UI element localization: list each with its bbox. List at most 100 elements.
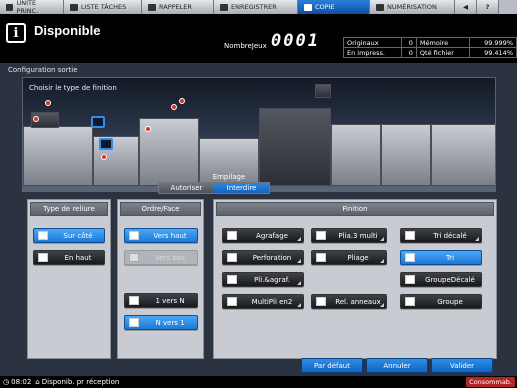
tray-indicator-icon (45, 100, 51, 106)
empilage-toggle: Autoriser Interdire (158, 182, 270, 194)
group-icon (405, 297, 415, 306)
submenu-icon (297, 303, 301, 307)
tray-indicator-icon (179, 98, 185, 104)
face-down-icon (129, 253, 139, 262)
empilage-autoriser[interactable]: Autoriser (159, 183, 214, 193)
time: 08:02 (11, 378, 32, 386)
speaker-icon: ◀ (463, 3, 468, 11)
punch-icon (227, 253, 237, 262)
tray-indicator-icon (171, 104, 177, 110)
reliure-title: Type de reliure (30, 202, 108, 216)
submenu-icon (297, 237, 301, 241)
en-impress-label: En impress. (342, 47, 403, 58)
sort-icon (405, 253, 415, 262)
fold-icon (316, 253, 326, 262)
finition-title: Finition (216, 202, 494, 216)
tab-copie[interactable]: COPIE (298, 0, 370, 14)
ordre-title: Ordre/Face (120, 202, 201, 216)
copy-counter: 0001 (271, 31, 320, 51)
fold-staple-icon (227, 275, 237, 284)
tri-fold-icon (316, 231, 326, 240)
perforation-button[interactable]: Perforation (222, 250, 304, 265)
staple-icon (227, 231, 237, 240)
clock-icon: ◷ (3, 378, 10, 386)
reliure-en-haut-button[interactable]: En haut (33, 250, 105, 265)
tray-select-1[interactable] (91, 116, 105, 128)
sheet-icon (315, 84, 331, 98)
submenu-icon (297, 259, 301, 263)
un-vers-n-button[interactable]: 1 vers N (124, 293, 198, 308)
face-up-icon (129, 231, 139, 240)
submenu-icon (475, 237, 479, 241)
side-binding-icon (38, 231, 48, 240)
job-list-icon (70, 3, 78, 11)
empilage-label: Empilage (212, 173, 246, 181)
store-icon (220, 3, 228, 11)
info-icon[interactable]: i (6, 23, 26, 43)
help-icon: ? (485, 3, 490, 11)
tab-liste-taches[interactable]: LISTE TÂCHES (64, 0, 142, 14)
offset-sort-icon (405, 231, 415, 240)
originaux-label: Originaux (342, 37, 403, 48)
help-button[interactable]: ? (477, 0, 499, 14)
order-n-1-icon (129, 318, 139, 327)
memoire-value: 99.999% (469, 37, 517, 48)
tab-unite-princ[interactable]: UNITE PRINC. (0, 0, 64, 15)
receive-icon: ⌂ (35, 378, 40, 386)
panel-title: Configuration sortie (8, 66, 78, 74)
offset-group-icon (405, 275, 415, 284)
scene-label: Choisir le type de finition (29, 84, 117, 92)
volume-button[interactable]: ◀ (455, 0, 477, 14)
plia3-multi-button[interactable]: Plia.3 multi (311, 228, 387, 243)
tri-button[interactable]: Tri (400, 250, 482, 265)
finition-group: Finition Agrafage Perforation Pli.&agraf… (213, 199, 497, 359)
tab-numerisation[interactable]: NUMÉRISATION (370, 0, 455, 14)
consumables-button[interactable]: Consommab. (466, 377, 515, 387)
stats-table: Originaux 0 Mémoire 99.999% En impress. … (342, 37, 517, 58)
multipli-en2-button[interactable]: MultiPli en2 (222, 294, 304, 309)
ordre-face-group: Ordre/Face Vers haut Vers bas 1 vers N N… (117, 199, 204, 359)
en-impress-value: 0 (401, 47, 417, 58)
output-settings-panel: Configuration sortie Choisir le type de … (0, 63, 517, 376)
qte-fichier-label: Qté fichier (415, 47, 471, 58)
groupe-button[interactable]: Groupe (400, 294, 482, 309)
tab-enregistrer[interactable]: ENREGISTRER (214, 0, 298, 14)
home-icon (6, 3, 14, 11)
ok-button[interactable]: Valider (431, 358, 493, 373)
vers-bas-button[interactable]: Vers bas (124, 250, 198, 265)
tray-select-2[interactable] (99, 138, 113, 150)
submenu-icon (380, 259, 384, 263)
paper-feeder-1 (331, 124, 381, 186)
tray-indicator-icon (145, 126, 151, 132)
n-vers-un-button[interactable]: N vers 1 (124, 315, 198, 330)
cancel-button[interactable]: Annuler (366, 358, 428, 373)
ring-binding-icon (316, 297, 326, 306)
submenu-icon (380, 303, 384, 307)
tray-indicator-icon (101, 154, 107, 160)
qte-fichier-value: 99.414% (469, 47, 517, 58)
tab-rappeler[interactable]: RAPPELER (142, 0, 214, 14)
reliure-sur-cote-button[interactable]: Sur côté (33, 228, 105, 243)
top-binding-icon (38, 253, 48, 262)
machine-status: Disponible (34, 23, 101, 38)
bottom-status-bar: ◷ 08:02 ⌂ Disponib. pr réception (0, 376, 517, 388)
paper-feeder-3 (431, 124, 495, 186)
memoire-label: Mémoire (415, 37, 471, 48)
copy-icon (304, 3, 312, 11)
vers-haut-button[interactable]: Vers haut (124, 228, 198, 243)
agrafage-button[interactable]: Agrafage (222, 228, 304, 243)
originaux-value: 0 (401, 37, 417, 48)
tri-decale-button[interactable]: Tri décalé (400, 228, 482, 243)
paper-feeder-2 (381, 124, 431, 186)
order-1-n-icon (129, 296, 139, 305)
nombre-jeux-label: NombreJeux (224, 42, 267, 50)
rel-anneaux-button[interactable]: Rel. anneaux (311, 294, 387, 309)
tab-bar: UNITE PRINC. LISTE TÂCHES RAPPELER ENREG… (0, 0, 517, 15)
default-button[interactable]: Par défaut (301, 358, 363, 373)
empilage-interdire[interactable]: Interdire (214, 183, 269, 193)
recall-icon (148, 3, 156, 11)
groupe-decale-button[interactable]: GroupeDécalé (400, 272, 482, 287)
scan-icon (376, 3, 384, 11)
pliage-button[interactable]: Pliage (311, 250, 387, 265)
pli-agraf-button[interactable]: Pli.&agraf. (222, 272, 304, 287)
